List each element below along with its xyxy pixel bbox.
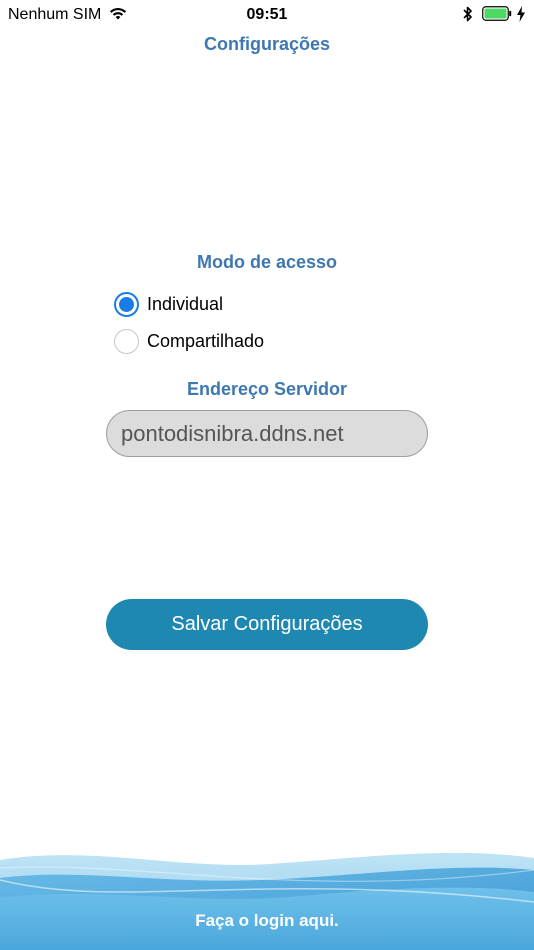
server-address-input[interactable] <box>106 410 428 457</box>
radio-option-compartilhado[interactable]: Compartilhado <box>114 327 264 355</box>
radio-dot <box>119 296 134 312</box>
access-mode-title: Modo de acesso <box>196 252 338 272</box>
save-settings-button[interactable]: Salvar Configurações <box>106 599 428 650</box>
radio-button-checked[interactable] <box>114 291 139 317</box>
page-title: Configurações <box>203 34 331 54</box>
radio-label-individual: Individual <box>147 293 224 314</box>
radio-option-individual[interactable]: Individual <box>114 290 223 318</box>
bluetooth-icon <box>463 6 472 22</box>
clock: 09:51 <box>246 6 288 23</box>
wave-decoration <box>0 852 534 950</box>
status-bar: Nenhum SIM 09:51 <box>0 0 534 30</box>
radio-label-compartilhado: Compartilhado <box>147 330 265 351</box>
charging-icon <box>517 6 525 22</box>
server-address-title: Endereço Servidor <box>186 379 348 399</box>
battery-icon <box>482 6 512 21</box>
login-link[interactable]: Faça o login aqui. <box>0 910 534 932</box>
radio-button-unchecked[interactable] <box>114 328 139 354</box>
